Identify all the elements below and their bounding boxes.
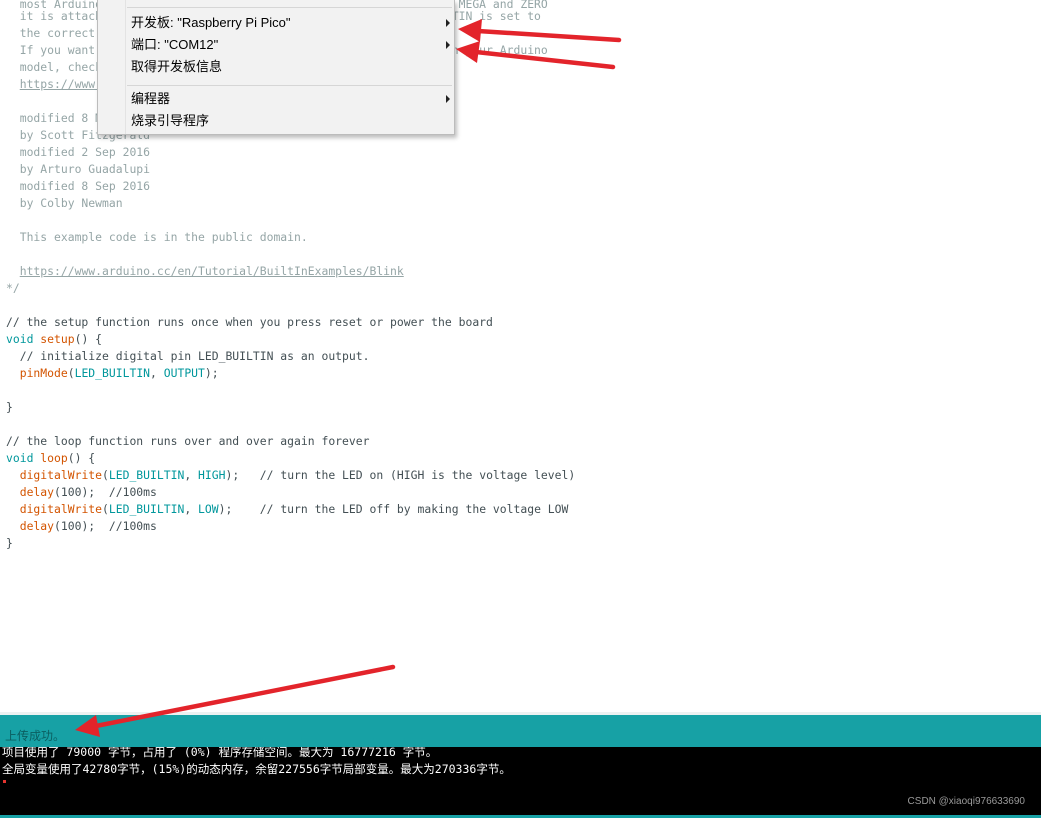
code-line: pinMode(LED_BUILTIN, OUTPUT); [19,366,219,380]
menu-item-burn-bootloader-label: 烧录引导程序 [131,113,210,128]
code-line: } [6,400,13,414]
status-bar: 上传成功。 [0,712,1041,747]
console-line-program-storage: 项目使用了 79000 字节，占用了 (0%) 程序存储空间。最大为 16777… [2,747,438,759]
code-line: // the loop function runs over and over … [6,434,370,448]
code-line: delay(100); //100ms [19,519,157,533]
menu-item-board-label: 开发板: "Raspberry Pi Pico" [131,15,291,30]
code-line: by Colby Newman [6,196,123,210]
menu-item-programmer-label: 编程器 [131,91,171,106]
menu-item-port[interactable]: 端口: "COM12" [131,35,454,55]
code-line: This example code is in the public domai… [6,230,308,244]
submenu-arrow-icon [446,41,450,49]
submenu-arrow-icon [446,19,450,27]
code-line: // initialize digital pin LED_BUILTIN as… [6,349,370,363]
console-cursor-marker [3,780,6,783]
code-line: modified 2 Sep 2016 [6,145,151,159]
menu-item-get-board-info[interactable]: 取得开发板信息 [131,57,454,77]
csdn-watermark: CSDN @xiaoqi976633690 [907,796,1025,807]
menu-separator [127,85,452,86]
code-line: void loop() { [6,451,96,465]
code-line: } [6,536,13,550]
code-line: modified 8 Sep 2016 [6,179,151,193]
code-line: by Arturo Guadalupi [6,162,151,176]
upload-status-message: 上传成功。 [5,729,66,743]
submenu-arrow-icon [446,95,450,103]
code-line: digitalWrite(LED_BUILTIN, HIGH); // turn… [19,468,576,482]
code-line: delay(100); //100ms [19,485,157,499]
tools-menu: 开发板: "Raspberry Pi Pico" 端口: "COM12" 取得开… [97,0,455,135]
code-line: */ [6,281,20,295]
menu-item-board[interactable]: 开发板: "Raspberry Pi Pico" [131,13,454,33]
code-line: // the setup function runs once when you… [6,315,493,329]
console-line-dynamic-memory: 全局变量使用了42780字节，(15%)的动态内存，余留227556字节局部变量… [2,762,511,776]
code-line: https://www.arduino.cc/en/Tutorial/Built… [19,264,404,278]
output-console[interactable]: 项目使用了 79000 字节，占用了 (0%) 程序存储空间。最大为 16777… [0,747,1041,818]
menu-item-programmer[interactable]: 编程器 [131,89,454,109]
menu-icon-gutter [98,0,126,134]
menu-item-burn-bootloader[interactable]: 烧录引导程序 [131,111,454,131]
menu-item-get-board-info-label: 取得开发板信息 [131,59,223,74]
code-line: digitalWrite(LED_BUILTIN, LOW); // turn … [19,502,569,516]
menu-item-port-label: 端口: "COM12" [131,37,219,52]
menu-separator [127,7,452,8]
code-line: void setup() { [6,332,103,346]
